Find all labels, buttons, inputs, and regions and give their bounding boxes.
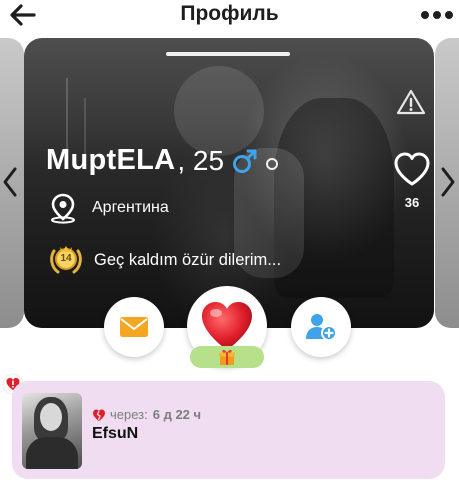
- profile-location: Аргентина: [92, 199, 169, 216]
- avatar-detail: [26, 437, 78, 469]
- broken-heart-icon: [93, 409, 105, 421]
- location-pin-icon: [51, 193, 75, 224]
- warning-icon[interactable]: [396, 88, 426, 116]
- header: Профиль: [0, 0, 459, 32]
- add-friend-icon: [306, 314, 337, 341]
- more-dots-icon[interactable]: [419, 8, 455, 22]
- avatar[interactable]: [22, 393, 82, 469]
- name-row: MuptELA , 25: [46, 144, 279, 177]
- avatar-detail: [40, 403, 62, 431]
- big-heart-icon: [202, 302, 252, 350]
- gift-icon: [219, 349, 235, 365]
- profile-name: MuptELA: [46, 144, 176, 176]
- timer-row: через: 6 д 22 ч: [92, 407, 201, 422]
- profile-card[interactable]: MuptELA , 25 Аргентина 14 Geç kaldım özü…: [24, 38, 434, 328]
- timer-label: через:: [110, 407, 148, 422]
- add-friend-button[interactable]: [291, 297, 351, 357]
- online-status-indicator: [266, 157, 279, 170]
- like-heart-icon[interactable]: [392, 150, 432, 188]
- match-user-name[interactable]: EfsuN: [92, 425, 138, 443]
- profile-age: , 25: [177, 144, 225, 176]
- location-row: Аргентина: [48, 192, 169, 224]
- like-count: 36: [404, 195, 420, 210]
- level-number: 14: [60, 253, 72, 264]
- timer-value: 6 д 22 ч: [152, 407, 202, 422]
- envelope-icon: [120, 317, 148, 337]
- chevron-left-icon[interactable]: [0, 165, 20, 199]
- heart-match-panel[interactable]: через: 6 д 22 ч EfsuN: [12, 381, 445, 479]
- level-badge: 14: [48, 243, 84, 277]
- male-icon: [233, 149, 257, 173]
- message-button[interactable]: [104, 297, 164, 357]
- chevron-right-icon[interactable]: [438, 165, 458, 199]
- photo-indicator: [166, 52, 290, 56]
- photo-overlay: [24, 38, 434, 328]
- gift-button[interactable]: [190, 346, 264, 368]
- status-row: 14 Geç kaldım özür dilerim...: [48, 243, 281, 277]
- status-message: Geç kaldım özür dilerim...: [94, 250, 282, 269]
- page-title: Профиль: [180, 2, 279, 25]
